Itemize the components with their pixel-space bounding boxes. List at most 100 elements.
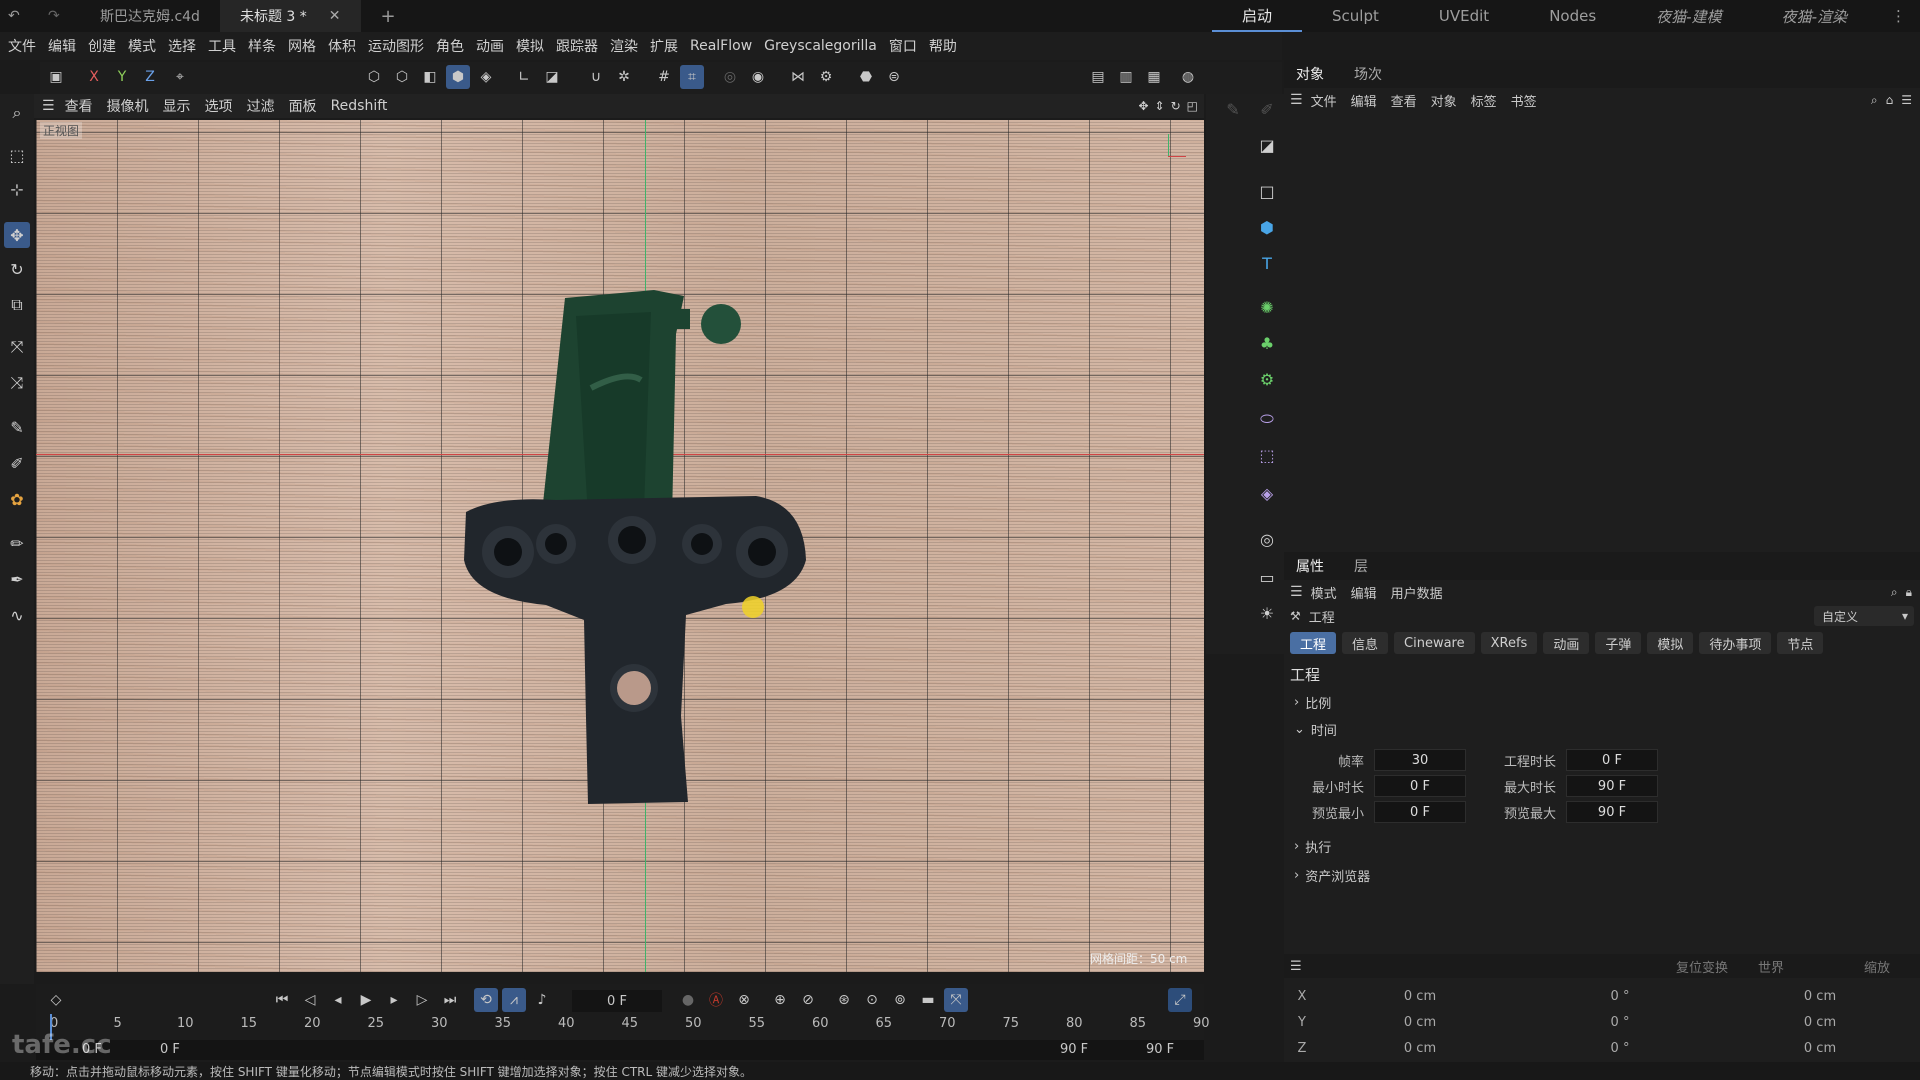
viewport[interactable]: 正视图 网格间距：50 cm (36, 120, 1204, 972)
key-pla-icon[interactable]: ⊚ (888, 988, 912, 1012)
key-mode-icon[interactable]: ⤧ (944, 988, 968, 1012)
orbit-icon[interactable]: ↻ (1171, 99, 1181, 113)
preview-min-field[interactable]: 0 F (1374, 801, 1466, 823)
maximize-view-icon[interactable]: ◰ (1187, 99, 1198, 113)
section-tab-animation[interactable]: 动画 (1543, 632, 1590, 654)
render-picture-icon[interactable]: ▥ (1114, 65, 1138, 89)
rotation-value[interactable]: 0 ° (1520, 989, 1720, 1004)
home-icon[interactable]: ⌂ (1886, 93, 1894, 107)
play-icon[interactable]: ▶ (354, 988, 378, 1012)
brush-icon[interactable]: ⬣ (854, 65, 878, 89)
camera-icon[interactable]: ▭ (1254, 564, 1280, 590)
prev-frame-icon[interactable]: ◂ (326, 988, 350, 1012)
field-icon[interactable]: ⬭ (1254, 406, 1280, 432)
tab-layers[interactable]: 层 (1354, 556, 1368, 576)
tab-objects[interactable]: 对象 (1296, 64, 1324, 84)
spline-tool-icon[interactable]: ∿ (4, 602, 30, 628)
y-axis-lock-button[interactable]: Y (110, 65, 134, 89)
polygon-object-icon[interactable]: □ (1254, 178, 1280, 204)
range-end-field[interactable]: 90 F (1146, 1042, 1174, 1057)
scale-tool-icon[interactable]: ⧉ (4, 292, 30, 318)
section-tab-simulation[interactable]: 模拟 (1647, 632, 1694, 654)
menu-animate[interactable]: 动画 (476, 36, 504, 56)
project-length-field[interactable]: 0 F (1566, 749, 1658, 771)
menu-file[interactable]: 文件 (8, 36, 36, 56)
menu-mograph[interactable]: 运动图形 (368, 36, 424, 56)
filter-icon[interactable]: ☰ (1901, 93, 1912, 107)
position-value[interactable]: 0 cm (1320, 1015, 1520, 1030)
group-scale[interactable]: › 比例 (1284, 685, 1920, 712)
tween-icon[interactable]: ⩘ (502, 988, 526, 1012)
fps-field[interactable]: 30 (1374, 749, 1466, 771)
render-settings-icon[interactable]: ▦ (1142, 65, 1166, 89)
redo-icon[interactable]: ↷ (40, 0, 80, 32)
menu-window[interactable]: 窗口 (889, 36, 917, 56)
menu-edit[interactable]: 编辑 (48, 36, 76, 56)
scale-value[interactable]: 0 cm (1720, 1041, 1920, 1056)
section-tab-info[interactable]: 信息 (1342, 632, 1389, 654)
spline-pen-icon[interactable]: ✎ (4, 414, 30, 440)
go-to-start-icon[interactable]: ⏮ (270, 988, 294, 1012)
group-execute[interactable]: › 执行 (1284, 825, 1920, 856)
preset-dropdown[interactable]: 自定义 ▾ (1814, 606, 1914, 626)
record-icon[interactable]: ● (676, 988, 700, 1012)
object-list[interactable] (1284, 112, 1920, 552)
workplane-icon[interactable]: ◪ (540, 65, 564, 89)
hamburger-icon[interactable]: ☰ (1290, 92, 1303, 108)
menu-tools[interactable]: 工具 (208, 36, 236, 56)
scale-dropdown[interactable]: 缩放 (1864, 957, 1890, 976)
menu-help[interactable]: 帮助 (929, 36, 957, 56)
volume-icon[interactable]: ⬚ (1254, 442, 1280, 468)
group-assets[interactable]: › 资产浏览器 (1284, 856, 1920, 885)
sketch-icon[interactable]: ✐ (1254, 96, 1280, 122)
menu-tracker[interactable]: 跟踪器 (556, 36, 598, 56)
tab-takes[interactable]: 场次 (1354, 64, 1382, 84)
timeline-expand-icon[interactable]: ⤢ (1168, 988, 1192, 1012)
preview-max-field[interactable]: 90 F (1566, 801, 1658, 823)
null-object-icon[interactable]: ◪ (1254, 132, 1280, 158)
attr-menu-userdata[interactable]: 用户数据 (1391, 583, 1443, 602)
keyframe-icon[interactable]: ◇ (44, 988, 68, 1012)
sound-icon[interactable]: ♪ (530, 988, 554, 1012)
group-time[interactable]: ⌄ 时间 (1284, 712, 1920, 739)
render-view-icon[interactable]: ▤ (1086, 65, 1110, 89)
go-to-end-icon[interactable]: ⏭ (438, 988, 462, 1012)
hamburger-icon[interactable]: ☰ (1290, 959, 1302, 974)
viewport-menu-view[interactable]: 查看 (65, 96, 93, 116)
snap-enable-icon[interactable]: ⌗ (680, 65, 704, 89)
autokey-icon[interactable]: Ⓐ (704, 988, 728, 1012)
new-tab-icon[interactable]: + (361, 0, 416, 32)
section-tab-project[interactable]: 工程 (1290, 632, 1337, 654)
close-icon[interactable]: ✕ (329, 8, 341, 24)
symmetry-icon[interactable]: ⋈ (786, 65, 810, 89)
tab-file-1[interactable]: 斯巴达克姆.c4d (80, 0, 220, 32)
section-tab-nodes[interactable]: 节点 (1777, 632, 1824, 654)
om-menu-object[interactable]: 对象 (1431, 91, 1457, 110)
scale-value[interactable]: 0 cm (1720, 989, 1920, 1004)
section-tab-xrefs[interactable]: XRefs (1480, 632, 1538, 654)
menu-select[interactable]: 选择 (168, 36, 196, 56)
rotate-tool-icon[interactable]: ↻ (4, 256, 30, 282)
menu-character[interactable]: 角色 (436, 36, 464, 56)
range-bar[interactable]: 0 F 0 F 90 F 90 F (36, 1040, 1204, 1060)
search-icon[interactable]: ⌕ (1891, 585, 1898, 600)
target-icon[interactable]: ◉ (746, 65, 770, 89)
move-tool-icon[interactable]: ✥ (4, 222, 30, 248)
min-time-field[interactable]: 0 F (1374, 775, 1466, 797)
more-icon[interactable]: ⋮ (1877, 0, 1920, 32)
om-menu-bookmarks[interactable]: 书签 (1511, 91, 1537, 110)
layout-start[interactable]: 启动 (1212, 0, 1303, 32)
layout-model[interactable]: 夜猫-建模 (1626, 0, 1751, 32)
position-value[interactable]: 0 cm (1320, 1041, 1520, 1056)
range-start-field[interactable]: 0 F (160, 1042, 180, 1057)
om-menu-file[interactable]: 文件 (1311, 91, 1337, 110)
next-key-icon[interactable]: ▷ (410, 988, 434, 1012)
edges-mode-icon[interactable]: ⬡ (390, 65, 414, 89)
tab-file-2[interactable]: 未标题 3 * ✕ (219, 0, 361, 32)
menu-volume[interactable]: 体积 (328, 36, 356, 56)
environment-icon[interactable]: ◎ (1254, 526, 1280, 552)
z-axis-lock-button[interactable]: Z (138, 65, 162, 89)
snap-magnet-icon[interactable]: ∪ (584, 65, 608, 89)
key-scale-icon[interactable]: ⊛ (832, 988, 856, 1012)
next-frame-icon[interactable]: ▸ (382, 988, 406, 1012)
